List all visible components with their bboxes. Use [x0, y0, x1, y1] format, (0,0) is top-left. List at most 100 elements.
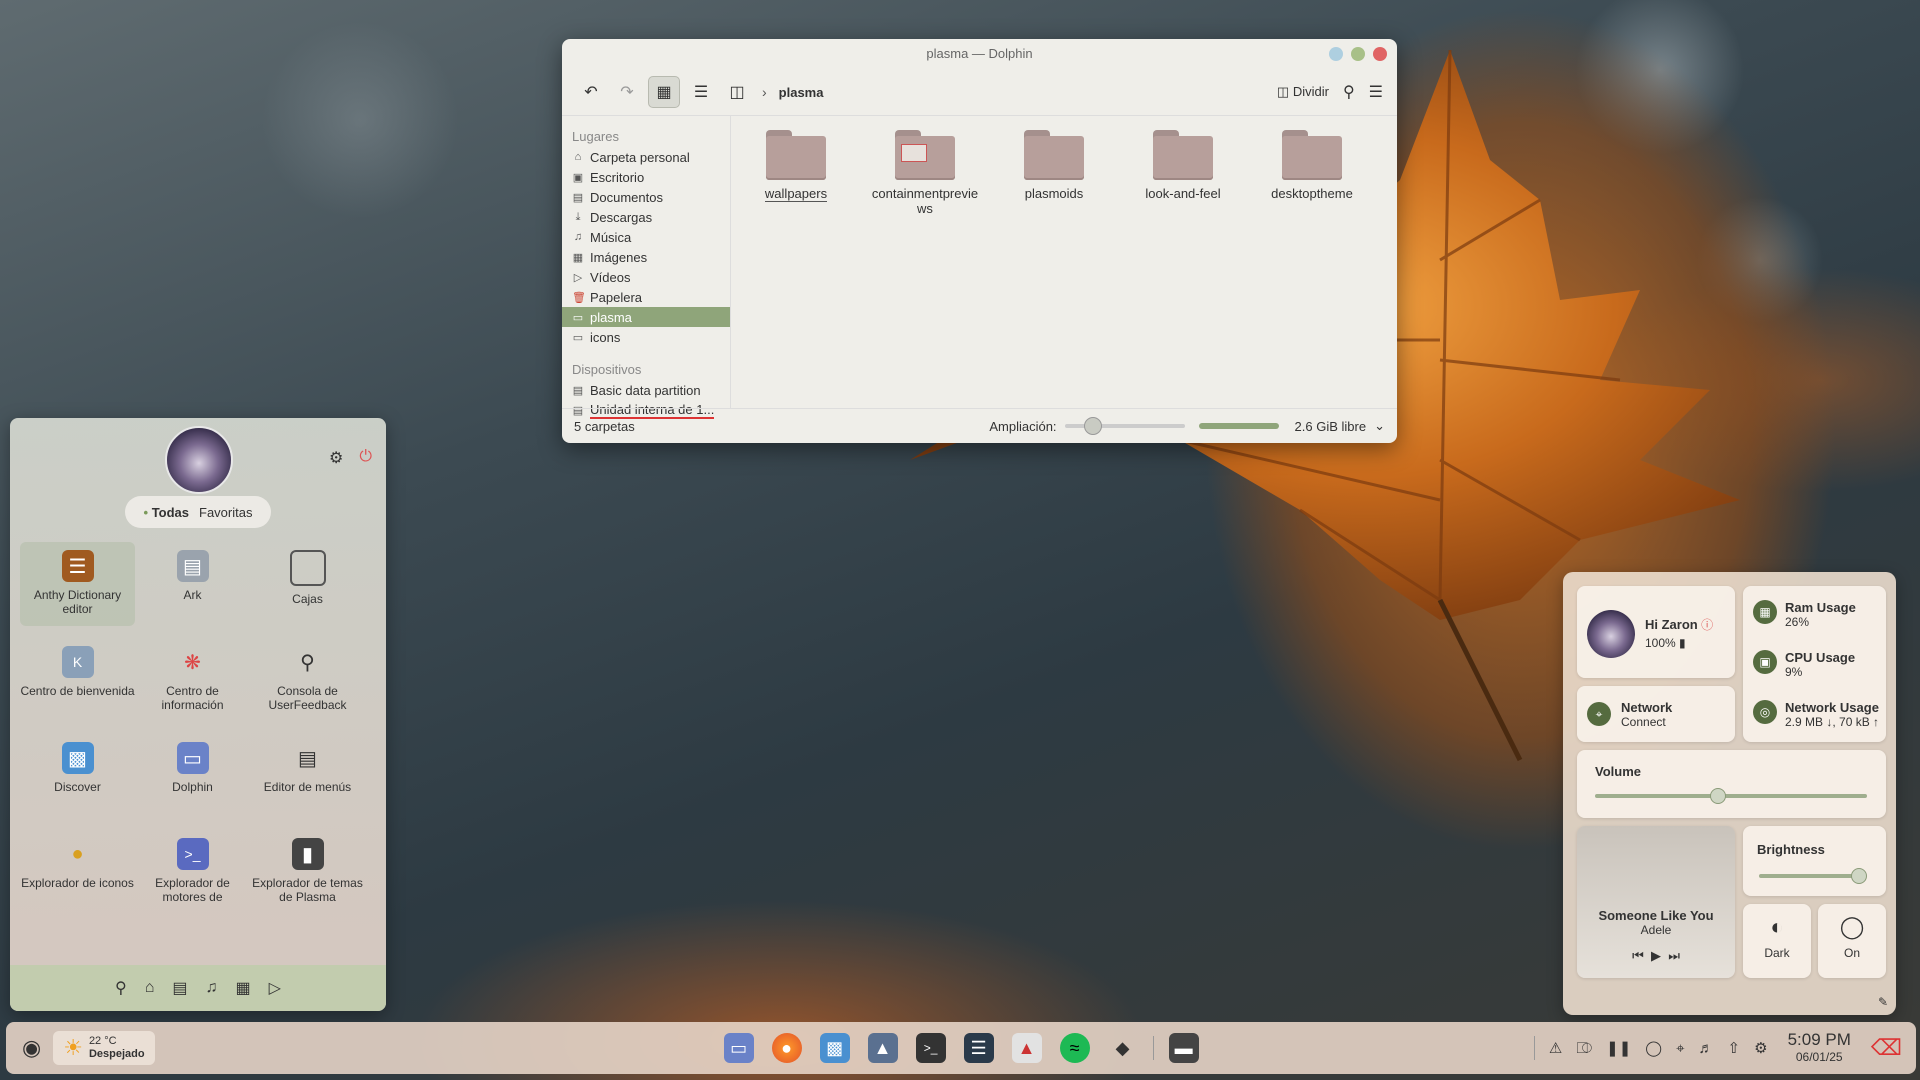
firefox-icon[interactable]: ●	[771, 1033, 802, 1063]
tab-all[interactable]: • Todas	[144, 505, 190, 520]
clip-icon[interactable]: ⎄	[1576, 1040, 1592, 1057]
app-item[interactable]: ▮ Explorador de temas de Plasma	[250, 830, 365, 914]
avatar[interactable]	[1587, 610, 1635, 658]
window-titlebar[interactable]: plasma — Dolphin	[562, 39, 1397, 69]
app-item[interactable]: ⚲ Consola de UserFeedback	[250, 638, 365, 722]
ram-icon: ▦	[1753, 600, 1777, 624]
lightbulb-icon[interactable]: ◯	[1645, 1039, 1662, 1057]
tab-favorites[interactable]: Favoritas	[199, 505, 252, 520]
network-card[interactable]: ⌖ Network Connect	[1577, 686, 1735, 742]
breadcrumb-current[interactable]: plasma	[779, 85, 824, 100]
free-space-label[interactable]: 2.6 GiB libre	[1295, 419, 1367, 434]
window-icon[interactable]: ▬	[1168, 1033, 1199, 1063]
power-icon[interactable]: ⏻︎	[359, 448, 372, 468]
menu-icon[interactable]: ☰	[1369, 82, 1383, 102]
dark-mode-toggle[interactable]: ◐ Dark	[1743, 904, 1811, 978]
place-downloads[interactable]: ⤓ Descargas	[562, 207, 730, 227]
app-item[interactable]: ▤ Editor de menús	[250, 734, 365, 818]
volume-icon[interactable]: ♬	[1699, 1040, 1714, 1057]
clock[interactable]: 5:09 PM 06/01/25	[1788, 1031, 1851, 1065]
dolphin-icon[interactable]: ▭	[723, 1033, 754, 1063]
play-icon: ▷	[573, 271, 583, 284]
app-item[interactable]: ▩ Discover	[20, 734, 135, 818]
folder-item[interactable]: containmentpreviews	[870, 130, 980, 216]
image-viewer-icon[interactable]: ▲	[867, 1033, 898, 1063]
network-state: Connect	[1621, 715, 1666, 729]
update-arrow-icon[interactable]: ⇧	[1728, 1039, 1741, 1057]
launcher-icon[interactable]: ◉	[22, 1035, 41, 1061]
diamond-app-icon[interactable]: ◆	[1108, 1033, 1138, 1063]
brightness-slider[interactable]	[1759, 868, 1867, 884]
app-item[interactable]: K Centro de bienvenida	[20, 638, 135, 722]
back-button[interactable]: ↶	[576, 77, 606, 107]
clock-date: 06/01/25	[1795, 1049, 1843, 1064]
play-icon[interactable]: ▶	[1651, 948, 1661, 963]
icons-view-button[interactable]: ▦	[648, 76, 680, 108]
place-documents[interactable]: ▤ Documentos	[562, 187, 730, 207]
place-plasma[interactable]: ▭ plasma	[562, 307, 730, 327]
place-home[interactable]: ⌂ Carpeta personal	[562, 147, 730, 167]
trash-icon[interactable]: ⌫	[1871, 1035, 1902, 1061]
app-item[interactable]: ☰ Anthy Dictionary editor	[20, 542, 135, 626]
settings-sliders-icon[interactable]: ⚙	[1754, 1039, 1767, 1057]
notifications-off-icon[interactable]: ⚠	[1549, 1039, 1562, 1057]
magnifier-icon: ⚲	[300, 651, 315, 674]
image-icon[interactable]: ▦	[236, 978, 251, 998]
discover-icon[interactable]: ▩	[819, 1033, 850, 1063]
system-monitor-icon[interactable]: ☰	[963, 1033, 994, 1063]
place-videos[interactable]: ▷ Vídeos	[562, 267, 730, 287]
device-basic-data[interactable]: ▤ Basic data partition	[562, 380, 730, 400]
places-header: Lugares	[572, 129, 619, 144]
place-desktop[interactable]: ▣ Escritorio	[562, 167, 730, 187]
pause-icon[interactable]: ❚❚	[1606, 1039, 1631, 1057]
avatar[interactable]	[165, 426, 233, 494]
tree-view-button[interactable]: ◫	[722, 77, 752, 107]
home-icon[interactable]: ⌂	[145, 979, 155, 997]
night-light-toggle[interactable]: ◯ On	[1818, 904, 1886, 978]
app-item[interactable]: ▭ Dolphin	[135, 734, 250, 818]
search-icon[interactable]: ⚲	[115, 978, 127, 998]
weather-widget[interactable]: ☀ 22 °C Despejado	[53, 1031, 155, 1065]
document-icon[interactable]: ▤	[172, 978, 187, 998]
net-label: Network Usage	[1785, 700, 1879, 715]
volume-slider[interactable]	[1595, 788, 1867, 804]
edit-icon[interactable]: ✎	[1878, 995, 1888, 1009]
folder-item[interactable]: look-and-feel	[1128, 130, 1238, 201]
folder-item[interactable]: wallpapers	[741, 130, 851, 202]
brightness-slider-handle[interactable]	[1850, 868, 1867, 884]
music-icon[interactable]: ♫	[206, 979, 218, 997]
app-item[interactable]: ● Explorador de iconos	[20, 830, 135, 914]
maximize-button[interactable]	[1351, 47, 1365, 61]
zoom-slider-handle[interactable]	[1083, 417, 1102, 435]
terminal-icon[interactable]: >_	[915, 1033, 946, 1063]
close-button[interactable]	[1373, 47, 1387, 61]
place-pictures[interactable]: ▦ Imágenes	[562, 247, 730, 267]
folder-item[interactable]: desktoptheme	[1257, 130, 1367, 201]
zoom-slider[interactable]	[1064, 417, 1185, 435]
place-trash[interactable]: 🗑︎ Papelera	[562, 287, 730, 307]
file-view[interactable]: wallpapers containmentpreviews plasmoids…	[731, 116, 1397, 409]
app-item[interactable]: ❋ Centro de información	[135, 638, 250, 722]
wifi-icon[interactable]: ⌖	[1676, 1040, 1684, 1057]
app-item[interactable]: ​ Cajas	[250, 542, 365, 626]
next-track-icon[interactable]: ⏭︎	[1668, 948, 1680, 963]
minimize-button[interactable]	[1329, 47, 1343, 61]
folder-item[interactable]: plasmoids	[999, 130, 1109, 201]
app-grid: ☰ Anthy Dictionary editor ▤ Ark ​ Cajas K Ce…	[20, 542, 365, 914]
place-icons[interactable]: ▭ icons	[562, 327, 730, 347]
spotify-icon[interactable]: ≈	[1059, 1033, 1090, 1063]
app-store-icon[interactable]: ▲	[1011, 1033, 1042, 1063]
place-music[interactable]: ♫ Música	[562, 227, 730, 247]
info-icon[interactable]: ⓘ	[1701, 618, 1713, 632]
settings-sliders-icon[interactable]: ⚙	[329, 448, 343, 468]
volume-slider-handle[interactable]	[1710, 788, 1727, 804]
forward-button[interactable]: ↷	[612, 77, 642, 107]
play-icon[interactable]: ▷	[269, 978, 281, 998]
app-item[interactable]: ▤ Ark	[135, 542, 250, 626]
chevron-down-icon[interactable]: ⌄	[1374, 418, 1385, 434]
app-item[interactable]: >_ Explorador de motores de	[135, 830, 250, 914]
details-view-button[interactable]: ☰	[686, 77, 716, 107]
previous-track-icon[interactable]: ⏮︎	[1632, 948, 1644, 963]
split-button[interactable]: ◫ Dividir	[1277, 84, 1329, 100]
search-icon[interactable]: ⚲	[1343, 82, 1355, 102]
